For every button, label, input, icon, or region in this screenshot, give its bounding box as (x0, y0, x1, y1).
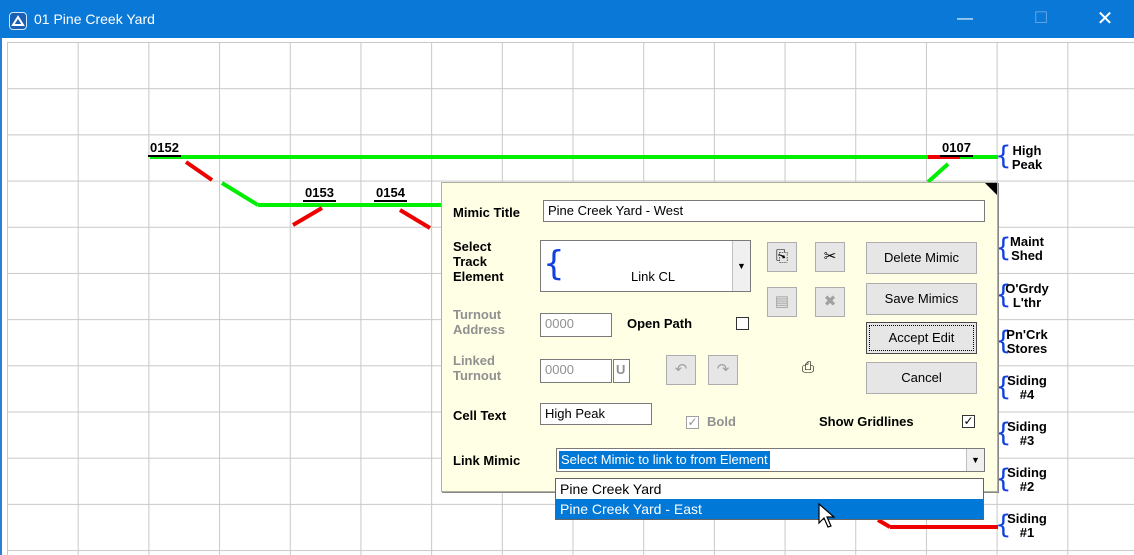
label-line: Address (453, 322, 506, 337)
turnout-0107-green (926, 162, 950, 184)
cell-label-line: Siding (1007, 511, 1047, 526)
label-line: Turnout (453, 368, 502, 383)
accept-edit-button[interactable]: Accept Edit (866, 322, 977, 354)
cell-label-line: L'thr (1012, 295, 1042, 310)
cell-label-line: O'Grdy (1005, 281, 1049, 296)
redo-icon[interactable]: ↷ (708, 355, 738, 385)
cell-label[interactable]: Siding #1 (1005, 512, 1049, 540)
cell-label[interactable]: High Peak (1005, 144, 1049, 172)
turnout-number: 0153 (303, 185, 336, 202)
linked-turnout-suffix[interactable]: U (613, 359, 630, 383)
label-line: Element (453, 269, 504, 284)
cell-label-line: Siding (1007, 419, 1047, 434)
cell-label-line: High (1012, 143, 1042, 158)
cell-label-line: Siding (1007, 465, 1047, 480)
open-path-label: Open Path (627, 316, 693, 331)
cell-label[interactable]: Siding #4 (1005, 374, 1049, 402)
scissors-icon[interactable]: ✂ (815, 242, 845, 272)
turnout-number: 0154 (374, 185, 407, 202)
cell-label[interactable]: Pn'Crk Stores (1005, 328, 1049, 356)
cell-text-label: Cell Text (453, 408, 507, 423)
delete-element-icon[interactable]: ✖ (815, 287, 845, 317)
cell-label-line: #2 (1019, 479, 1035, 494)
chevron-down-icon[interactable]: ▼ (732, 241, 750, 291)
show-gridlines-checkbox[interactable]: ✓ (962, 415, 975, 428)
cancel-button[interactable]: Cancel (866, 362, 977, 394)
open-path-checkbox[interactable] (736, 317, 749, 330)
cell-label[interactable]: Siding #2 (1005, 466, 1049, 494)
track-element-select[interactable]: { Link CL ▼ (540, 240, 751, 292)
link-mimic-select[interactable]: Select Mimic to link to from Element ▼ (556, 448, 985, 472)
label-line: Turnout (453, 307, 502, 322)
bold-label: Bold (707, 414, 736, 429)
turnout-0153-red (291, 206, 324, 227)
cell-label-line: #1 (1019, 525, 1035, 540)
cell-label[interactable]: O'Grdy L'thr (1005, 282, 1049, 310)
linked-turnout-label: Linked Turnout (453, 353, 501, 383)
turnout-address-input[interactable]: 0000 (540, 313, 612, 337)
save-mimics-button[interactable]: Save Mimics (866, 283, 977, 315)
select-track-element-label: Select Track Element (453, 239, 504, 284)
turnout-number: 0107 (940, 140, 973, 157)
cell-label-line: Shed (1011, 248, 1043, 263)
link-mimic-dropdown-list[interactable]: Pine Creek Yard Pine Creek Yard - East (555, 478, 984, 520)
cell-label-line: Pn'Crk (1006, 327, 1048, 342)
show-gridlines-label: Show Gridlines (819, 414, 914, 429)
label-line: Select (453, 239, 492, 254)
link-brace-icon: { (543, 244, 565, 284)
cell-label-line: Peak (1011, 157, 1043, 172)
cell-text-input[interactable]: High Peak (540, 403, 652, 425)
list-item[interactable]: Pine Creek Yard (556, 479, 983, 499)
cell-label-line: Maint (1010, 234, 1044, 249)
cell-label[interactable]: Maint Shed (1005, 235, 1049, 263)
mimic-title-input[interactable]: Pine Creek Yard - West (543, 200, 985, 222)
cell-label-line: Siding (1007, 373, 1047, 388)
siding1-red-diag (876, 518, 892, 529)
cell-label-line: Stores (1006, 341, 1048, 356)
turnout-address-label: Turnout Address (453, 307, 505, 337)
link-mimic-label: Link Mimic (453, 453, 521, 468)
bold-checkbox[interactable]: ✓ (686, 416, 699, 429)
cell-label[interactable]: Siding #3 (1005, 420, 1049, 448)
label-line: Linked (453, 353, 495, 368)
cell-label-line: #3 (1019, 433, 1035, 448)
cell-label-line: #4 (1019, 387, 1035, 402)
mouse-cursor-icon (818, 503, 836, 528)
link-mimic-value: Select Mimic to link to from Element (559, 451, 770, 469)
linked-turnout-input[interactable]: 0000 (540, 359, 612, 383)
mimic-title-label: Mimic Title (453, 205, 520, 220)
list-item[interactable]: Pine Creek Yard - East (556, 499, 983, 519)
turnout-0152-red (184, 160, 214, 182)
dialog-corner (985, 183, 997, 195)
track-element-value: Link CL (631, 269, 676, 284)
copy-icon[interactable]: ⎘ (767, 242, 797, 272)
mimic-edit-dialog: Mimic Title Pine Creek Yard - West Selec… (441, 182, 998, 492)
paste-icon[interactable]: ▤ (767, 287, 797, 317)
chevron-down-icon[interactable]: ▼ (966, 449, 984, 471)
delete-mimic-button[interactable]: Delete Mimic (866, 242, 977, 274)
undo-icon[interactable]: ↶ (666, 355, 696, 385)
turnout-0152-green (220, 181, 260, 207)
turnout-number: 0152 (148, 140, 181, 157)
turnout-0154-red (398, 208, 432, 230)
label-line: Track (453, 254, 487, 269)
printer-icon[interactable]: ⎙ (793, 353, 823, 383)
